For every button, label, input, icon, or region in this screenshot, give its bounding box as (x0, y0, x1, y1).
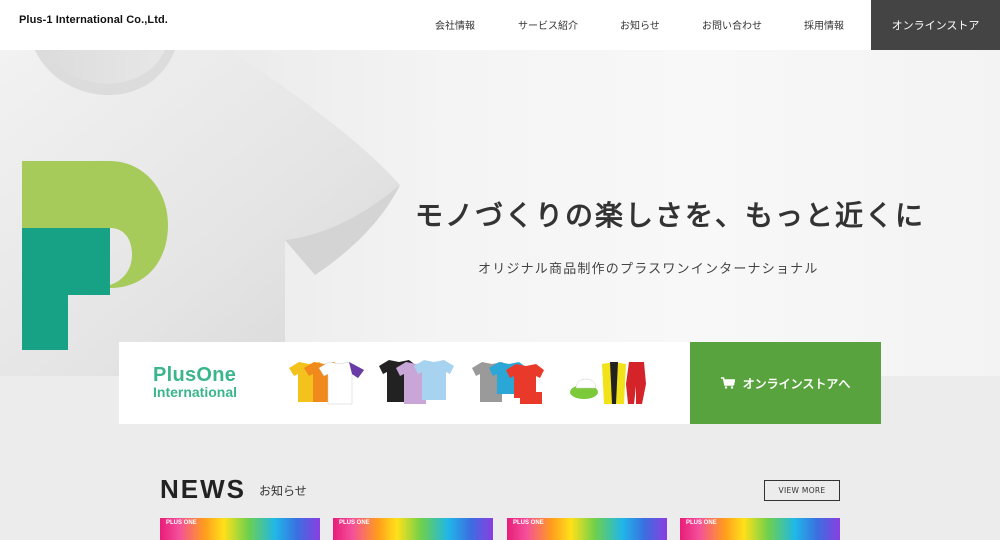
apparel-products-image (289, 360, 646, 405)
online-store-banner[interactable]: PlusOne International (119, 342, 691, 424)
news-card[interactable]: PLUS ONE (507, 518, 667, 540)
news-subheading: お知らせ (259, 484, 307, 498)
view-more-button[interactable]: VIEW MORE (764, 480, 840, 501)
online-store-link-button[interactable]: オンラインストアへ (690, 342, 881, 424)
online-store-link-label: オンラインストアへ (742, 376, 851, 391)
tshirt-image (0, 50, 400, 376)
news-heading: NEWS (160, 474, 246, 504)
hero-section: モノづくりの楽しさを、もっと近くに オリジナル商品制作のプラスワンインターナショ… (0, 50, 1000, 376)
news-card[interactable]: PLUS ONE (333, 518, 493, 540)
company-logo[interactable]: Plus-1 International Co.,Ltd. (19, 14, 168, 26)
hero-title: モノづくりの楽しさを、もっと近くに (415, 199, 926, 232)
hero-subtitle: オリジナル商品制作のプラスワンインターナショナル (478, 262, 819, 277)
news-card-label: PLUS ONE (686, 520, 717, 526)
nav-item-contact[interactable]: お問い合わせ (702, 17, 762, 32)
news-card-label: PLUS ONE (166, 520, 197, 526)
brand-name: PlusOne (153, 364, 237, 386)
nav-item-company[interactable]: 会社情報 (435, 17, 475, 32)
nav-item-news[interactable]: お知らせ (620, 17, 660, 32)
cart-icon (720, 377, 735, 389)
site-header: Plus-1 International Co.,Ltd. 会社情報 サービス紹… (0, 0, 1000, 50)
nav-item-recruit[interactable]: 採用情報 (804, 17, 844, 32)
nav-item-services[interactable]: サービス紹介 (518, 17, 578, 32)
online-store-button[interactable]: オンラインストア (871, 0, 1000, 50)
news-card[interactable]: PLUS ONE (160, 518, 320, 540)
brand-subname: International (153, 384, 238, 400)
news-card[interactable]: PLUS ONE (680, 518, 840, 540)
plusone-brand-logo: PlusOne International (153, 364, 238, 401)
news-card-label: PLUS ONE (339, 520, 370, 526)
news-card-label: PLUS ONE (513, 520, 544, 526)
